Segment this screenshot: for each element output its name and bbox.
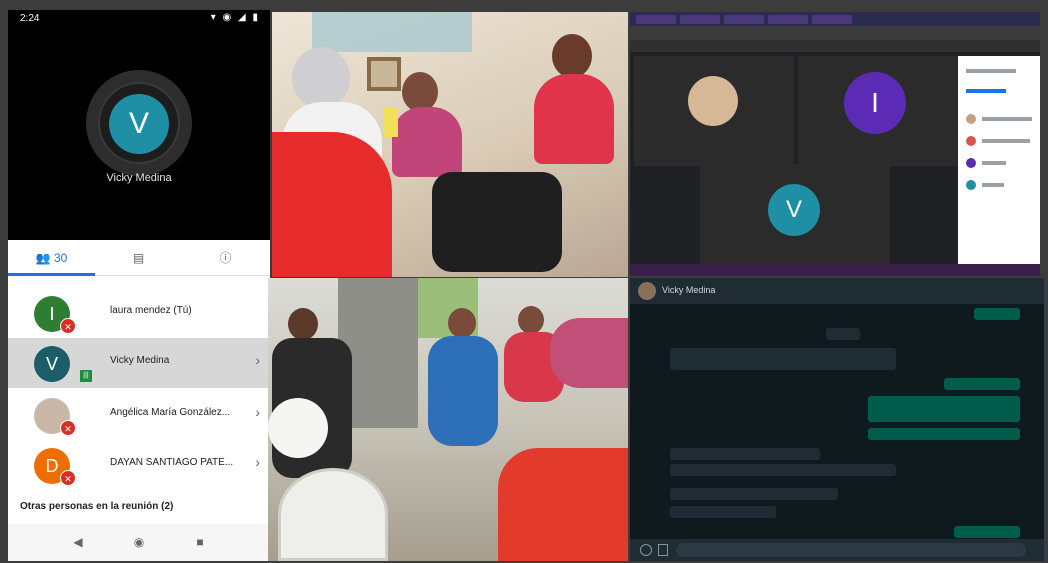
- tab-info[interactable]: ⓘ: [182, 240, 269, 276]
- bag: [432, 172, 562, 272]
- fan: [278, 468, 388, 561]
- avatar: V: [768, 184, 820, 236]
- person-body: [392, 107, 462, 177]
- message-bubble: [868, 396, 1020, 422]
- callee-name: Vicky Medina: [106, 172, 172, 184]
- person-head: [552, 34, 592, 78]
- phone-meet-screenshot: 2:24 ▾ ◉ ◢ ▮ V Vicky Medina 👥 30 ▤ ⓘ I ✕…: [8, 10, 270, 561]
- mic-off-icon: ✕: [60, 318, 76, 334]
- desktop-meet-screenshot: I V: [630, 12, 1040, 276]
- person-head: [292, 47, 350, 109]
- message-bubble: [944, 378, 1020, 390]
- panel-row: [966, 136, 1036, 146]
- status-time: 2:24: [20, 13, 40, 24]
- person-head: [402, 72, 438, 112]
- browser-tab[interactable]: [812, 15, 852, 24]
- avatar: [688, 76, 738, 126]
- others-heading: Otras personas en la reunión (2): [20, 501, 174, 512]
- participant-row[interactable]: V ||| Vicky Medina ›: [8, 338, 270, 388]
- avatar: V: [34, 346, 70, 382]
- chevron-right-icon[interactable]: ›: [255, 404, 260, 420]
- avatar[interactable]: [638, 282, 656, 300]
- avatar: I: [844, 72, 906, 134]
- emoji-icon[interactable]: [640, 544, 652, 556]
- browser-tab[interactable]: [636, 15, 676, 24]
- participant-name: DAYAN SANTIAGO PATE...: [110, 457, 234, 468]
- message-bubble: [868, 428, 1020, 440]
- bookmarks-bar: [630, 40, 1040, 52]
- recents-icon[interactable]: ■: [190, 532, 210, 552]
- message-bubble: [974, 308, 1020, 320]
- video-tile: V: [700, 164, 890, 264]
- wall-painting: [312, 12, 472, 52]
- tab-people[interactable]: 👥 30: [8, 240, 95, 276]
- paper: [384, 107, 398, 137]
- back-icon[interactable]: ◀: [68, 532, 88, 552]
- message-bubble: [670, 488, 838, 500]
- participant-row[interactable]: D ✕ DAYAN SANTIAGO PATE... ›: [8, 440, 270, 490]
- status-bar: 2:24 ▾ ◉ ◢ ▮: [8, 10, 270, 28]
- mic-off-icon: ✕: [60, 470, 76, 486]
- panel-row: [966, 114, 1036, 124]
- contact-name[interactable]: Vicky Medina: [662, 285, 715, 295]
- chevron-right-icon[interactable]: ›: [255, 454, 260, 470]
- whatsapp-chat-screenshot: Vicky Medina: [630, 278, 1044, 561]
- participant-name: laura mendez (Tú): [110, 305, 192, 316]
- participant-name: Vicky Medina: [110, 355, 170, 366]
- headscarf: [550, 318, 628, 388]
- photo-collage: 2:24 ▾ ◉ ◢ ▮ V Vicky Medina 👥 30 ▤ ⓘ I ✕…: [0, 0, 1048, 563]
- tab-chat[interactable]: ▤: [95, 240, 182, 276]
- message-bubble: [670, 348, 896, 370]
- browser-tab[interactable]: [768, 15, 808, 24]
- chevron-right-icon[interactable]: ›: [255, 352, 260, 368]
- browser-tab[interactable]: [724, 15, 764, 24]
- video-tile: I: [798, 56, 958, 166]
- panel-row: [966, 66, 1036, 76]
- message-bubble: [954, 526, 1020, 538]
- browser-tab[interactable]: [680, 15, 720, 24]
- participant-row[interactable]: ✕ Angélica María González... ›: [8, 390, 270, 440]
- callee-avatar: V: [109, 94, 169, 154]
- attach-icon[interactable]: [658, 544, 668, 556]
- android-nav-bar: ◀ ◉ ■: [8, 524, 270, 561]
- chat-header: Vicky Medina: [630, 278, 1044, 304]
- composer-bar: [630, 539, 1044, 561]
- participant-row[interactable]: I ✕ laura mendez (Tú): [8, 288, 270, 338]
- person-body: [534, 74, 614, 164]
- message-input[interactable]: [676, 543, 1026, 557]
- panel-row: [966, 158, 1036, 168]
- panel-row: [966, 180, 1036, 190]
- photo-women-meeting: [272, 12, 628, 277]
- foreground-person: [498, 448, 628, 561]
- people-side-panel: [958, 56, 1040, 268]
- mic-off-icon: ✕: [60, 420, 76, 436]
- person-head: [518, 306, 544, 334]
- message-bubble: [670, 506, 776, 518]
- home-icon[interactable]: ◉: [129, 532, 149, 552]
- message-bubble: [670, 464, 896, 476]
- picture-frame: [367, 57, 401, 91]
- person-body: [428, 336, 498, 446]
- status-icons: ▾ ◉ ◢ ▮: [210, 12, 260, 23]
- address-bar[interactable]: [630, 26, 1040, 40]
- browser-tab-strip: [630, 12, 1040, 26]
- date-chip: [826, 328, 860, 340]
- panel-tabs: 👥 30 ▤ ⓘ: [8, 240, 270, 276]
- table: [268, 398, 328, 458]
- message-bubble: [670, 448, 820, 460]
- person-head: [448, 308, 476, 338]
- video-tile: [634, 56, 794, 166]
- participants-panel: 👥 30 ▤ ⓘ I ✕ laura mendez (Tú) V ||| Vic…: [8, 240, 270, 561]
- participant-name: Angélica María González...: [110, 407, 231, 418]
- audio-level-icon: |||: [80, 370, 92, 382]
- person-head: [288, 308, 318, 340]
- panel-row: [966, 86, 1036, 96]
- foreground-person: [272, 132, 392, 277]
- photo-group-meeting: [268, 278, 628, 561]
- os-taskbar: [630, 264, 1040, 276]
